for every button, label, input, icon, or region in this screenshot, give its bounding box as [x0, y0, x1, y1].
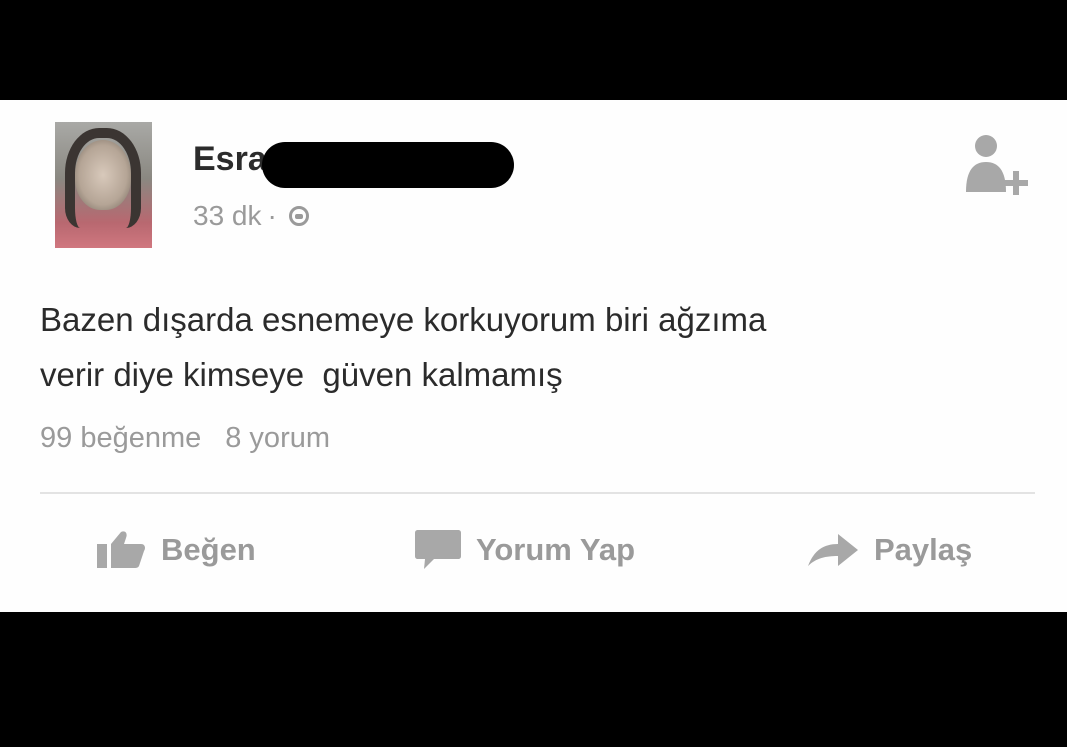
comments-count[interactable]: 8 yorum [225, 422, 330, 455]
thumbs-up-icon [95, 530, 147, 570]
share-arrow-icon [806, 530, 860, 570]
add-friend-icon[interactable] [958, 130, 1028, 205]
comment-button[interactable]: Yorum Yap [414, 528, 635, 572]
like-label: Beğen [161, 532, 256, 567]
name-redaction [262, 142, 514, 188]
author-name[interactable]: Esra [193, 140, 267, 179]
avatar[interactable] [55, 122, 152, 248]
speech-bubble-icon [414, 528, 462, 572]
like-button[interactable]: Beğen [95, 528, 256, 572]
post-meta: 33 dk · [193, 200, 309, 232]
globe-icon [288, 206, 309, 226]
post-stats: 99 beğenme 8 yorum [40, 422, 330, 455]
share-button[interactable]: Paylaş [806, 528, 972, 572]
avatar-hair [65, 128, 141, 228]
likes-count[interactable]: 99 beğenme [40, 422, 201, 455]
post-time[interactable]: 33 dk [193, 200, 262, 232]
divider [40, 492, 1035, 494]
post-text: Bazen dışarda esnemeye korkuyorum biri a… [40, 301, 767, 393]
share-label: Paylaş [874, 532, 973, 567]
meta-separator: · [267, 200, 277, 231]
comment-label: Yorum Yap [476, 532, 636, 567]
